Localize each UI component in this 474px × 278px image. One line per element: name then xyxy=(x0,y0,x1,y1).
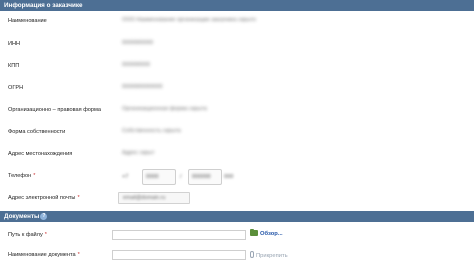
phone-number-value: 000000 xyxy=(192,174,211,180)
kpp-value: 000000000 xyxy=(122,62,150,68)
inn-value: 0000000000 xyxy=(122,40,154,46)
required-marker: * xyxy=(33,173,36,179)
folder-icon xyxy=(250,229,258,236)
legal-form-label: Организационно – правовая форма xyxy=(8,107,101,113)
address-value: Адрес скрыт xyxy=(122,150,155,156)
name-value: ООО Наименование организации заказчика с… xyxy=(122,17,257,23)
row-name: Наименование ООО Наименование организаци… xyxy=(0,11,474,32)
required-marker: * xyxy=(77,195,80,201)
row-ogrn: ОГРН 0000000000000 xyxy=(0,78,474,99)
doc-name-label-text: Наименование документа xyxy=(8,252,76,258)
inn-label: ИНН xyxy=(8,41,21,47)
required-marker: * xyxy=(77,252,80,258)
required-marker: * xyxy=(44,232,47,238)
address-label: Адрес местонахождения xyxy=(8,151,73,157)
ogrn-label: ОГРН xyxy=(8,85,24,91)
email-input[interactable]: email@domain.ru xyxy=(118,192,190,204)
email-label-text: Адрес электронной почты xyxy=(8,195,76,201)
documents-section: Путь к файлу * Обзор... Наименование доку… xyxy=(0,222,474,278)
row-email: Адрес электронной почты * email@domain.ru xyxy=(0,188,474,209)
row-address: Адрес местонахождения Адрес скрыт xyxy=(0,144,474,165)
customer-info-header: Информация о заказчике xyxy=(0,0,474,11)
documents-title: Документы xyxy=(4,213,40,220)
file-path-input[interactable] xyxy=(112,230,246,240)
doc-name-label: Наименование документа * xyxy=(8,252,80,258)
ownership-label: Форма собственности xyxy=(8,129,66,135)
email-label: Адрес электронной почты * xyxy=(8,195,80,201)
phone-label: Телефон * xyxy=(8,173,35,179)
phone-country-code: +7 xyxy=(122,174,129,180)
attach-label: Прикрепить xyxy=(256,253,288,259)
paperclip-icon xyxy=(250,251,254,258)
ownership-value: Собственность скрыта xyxy=(122,128,181,134)
row-kpp: КПП 000000000 xyxy=(0,56,474,77)
row-inn: ИНН 0000000000 xyxy=(0,34,474,55)
customer-info-title: Информация о заказчике xyxy=(4,2,83,9)
row-ownership: Форма собственности Собственность скрыта xyxy=(0,122,474,143)
row-doc-name: Наименование документа * Прикрепить xyxy=(0,246,474,266)
row-file-path: Путь к файлу * Обзор... xyxy=(0,226,474,246)
phone-code-input[interactable]: 0000 xyxy=(142,169,176,185)
file-path-label-text: Путь к файлу xyxy=(8,232,43,238)
email-value: email@domain.ru xyxy=(123,195,166,201)
kpp-label: КПП xyxy=(8,63,20,69)
browse-label: Обзор... xyxy=(260,231,283,237)
phone-code-value: 0000 xyxy=(146,174,159,180)
browse-button[interactable]: Обзор... xyxy=(250,229,283,237)
documents-header: Документы? xyxy=(0,211,474,222)
attach-button[interactable]: Прикрепить xyxy=(250,251,288,259)
help-icon[interactable]: ? xyxy=(40,213,48,220)
phone-separator: / xyxy=(180,174,182,180)
row-phone: Телефон * +7 0000 / 000000 000 xyxy=(0,166,474,187)
phone-number-input[interactable]: 000000 xyxy=(188,169,222,185)
file-path-label: Путь к файлу * xyxy=(8,232,47,238)
name-label: Наименование xyxy=(8,18,47,24)
row-legal-form: Организационно – правовая форма Организа… xyxy=(0,100,474,121)
doc-name-input[interactable] xyxy=(112,250,246,260)
phone-label-text: Телефон xyxy=(8,173,32,179)
legal-form-value: Организационная форма скрыта xyxy=(122,106,208,112)
customer-info-section: Наименование ООО Наименование организаци… xyxy=(0,11,474,210)
phone-ext-value: 000 xyxy=(224,174,234,180)
ogrn-value: 0000000000000 xyxy=(122,84,163,90)
